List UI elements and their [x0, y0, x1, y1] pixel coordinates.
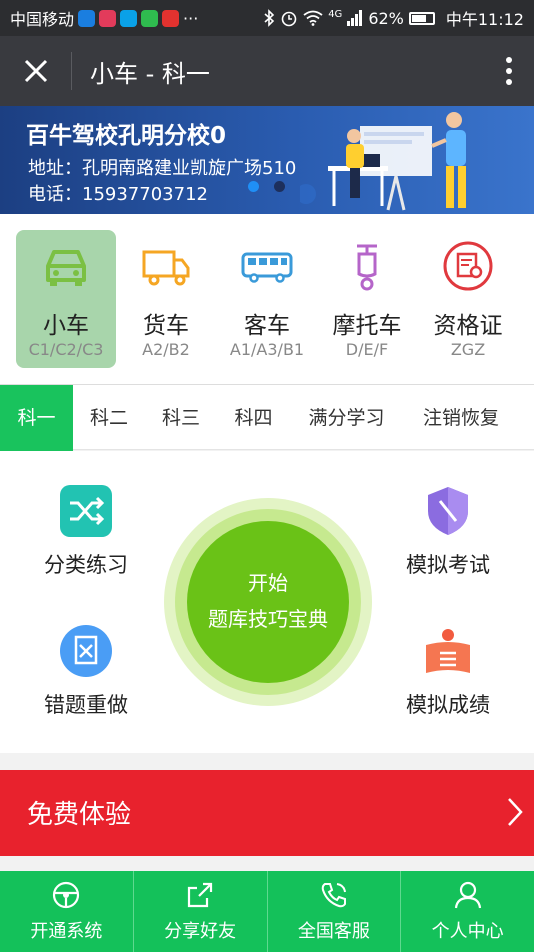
- network-type-label: 4G: [328, 8, 343, 20]
- category-name: 小车: [43, 313, 89, 339]
- close-icon: [24, 59, 47, 83]
- school-address: 地址：孔明南路建业凯旋广场510: [28, 158, 297, 179]
- close-button[interactable]: [0, 52, 72, 90]
- shield-icon: [428, 487, 468, 535]
- carousel-dot-1[interactable]: [248, 181, 259, 192]
- share-icon: [188, 882, 213, 908]
- redo-wrong-button[interactable]: 错题重做: [26, 625, 146, 719]
- free-trial-label: 免费体验: [27, 800, 132, 830]
- more-notifications: ···: [183, 8, 199, 28]
- tab-subject-4[interactable]: 科四: [217, 385, 290, 451]
- mock-exam-button[interactable]: 模拟考试: [388, 485, 508, 579]
- category-car[interactable]: 小车 C1/C2/C3: [16, 230, 116, 368]
- nav-label: 分享好友: [164, 921, 237, 942]
- scooter-icon: [357, 244, 377, 291]
- category-truck[interactable]: 货车 A2/B2: [116, 230, 216, 368]
- category-motorcycle[interactable]: 摩托车 D/E/F: [317, 230, 417, 368]
- category-code: D/E/F: [345, 340, 389, 359]
- school-name: 百牛驾校孔明分校0: [26, 123, 227, 149]
- category-code: ZGZ: [450, 340, 486, 359]
- more-menu-button[interactable]: [484, 56, 534, 86]
- title-bar: 小车 - 科一: [0, 36, 534, 106]
- category-name: 摩托车: [332, 313, 402, 339]
- category-bus[interactable]: 客车 A1/A3/B1: [217, 230, 317, 368]
- bluetooth-icon: [264, 9, 275, 27]
- category-certificate[interactable]: 资格证 ZGZ: [418, 230, 518, 368]
- start-question-bank-button[interactable]: 开始 题库技巧宝典: [164, 498, 372, 706]
- nav-label: 全国客服: [297, 921, 370, 942]
- practice-label: 模拟考试: [406, 553, 490, 577]
- battery-percent: 62%: [368, 8, 404, 28]
- start-button-core: 开始 题库技巧宝典: [187, 521, 349, 683]
- certificate-icon: [443, 241, 493, 291]
- practice-panel: 分类练习 模拟考试 错题重做 模拟成绩 开始 题库技巧宝典: [0, 451, 534, 753]
- wifi-icon: [303, 10, 323, 26]
- chevron-right-icon: [508, 798, 523, 826]
- page-title: 小车 - 科一: [90, 59, 210, 88]
- car-icon: [46, 250, 86, 286]
- tab-full-score[interactable]: 满分学习: [290, 385, 403, 451]
- free-trial-banner[interactable]: 免费体验: [0, 770, 534, 856]
- school-banner[interactable]: 百牛驾校孔明分校0 地址：孔明南路建业凯旋广场510 电话：1593770371…: [0, 106, 534, 214]
- tab-subject-3[interactable]: 科三: [145, 385, 217, 451]
- school-phone[interactable]: 电话：15937703712: [28, 180, 208, 206]
- category-code: C1/C2/C3: [28, 340, 104, 359]
- reading-icon: [426, 629, 470, 673]
- status-bar: 中国移动 ··· 4G 62% 中午11:12: [0, 0, 534, 36]
- start-button-ring: 开始 题库技巧宝典: [175, 509, 361, 695]
- subject-tabs: 科一 科二 科三 科四 满分学习 注销恢复: [0, 384, 534, 451]
- vehicle-category-selector: 小车 C1/C2/C3 货车 A2/B2 客车 A1/A3/B1 摩托车 D/E…: [0, 214, 534, 384]
- tab-subject-2[interactable]: 科二: [73, 385, 145, 451]
- category-code: A1/A3/B1: [229, 340, 305, 359]
- bottom-navigation: 开通系统 分享好友 全国客服 个人中心: [0, 871, 534, 952]
- nav-activate-system[interactable]: 开通系统: [0, 871, 134, 952]
- nav-customer-service[interactable]: 全国客服: [268, 871, 402, 952]
- nav-label: 个人中心: [431, 921, 504, 942]
- mock-score-button[interactable]: 模拟成绩: [388, 625, 508, 719]
- category-practice-button[interactable]: 分类练习: [26, 485, 146, 579]
- tab-cancel-restore[interactable]: 注销恢复: [403, 385, 519, 451]
- question-bank-label: 题库技巧宝典: [208, 607, 328, 631]
- alarm-icon: [281, 11, 297, 27]
- truck-icon: [142, 250, 190, 286]
- steering-wheel-icon: [53, 881, 80, 909]
- error-book-icon: [60, 625, 112, 677]
- nav-share-friends[interactable]: 分享好友: [134, 871, 268, 952]
- tab-subject-1[interactable]: 科一: [0, 385, 73, 451]
- user-icon: [454, 881, 481, 909]
- shuffle-icon: [60, 485, 112, 537]
- category-code: A2/B2: [142, 340, 190, 359]
- category-name: 货车: [143, 313, 189, 339]
- battery-icon: [408, 11, 435, 25]
- app-notification-icon: [78, 9, 96, 27]
- bus-icon: [241, 252, 293, 283]
- video-notification-icon: [162, 9, 180, 27]
- qq-notification-icon: [120, 9, 138, 27]
- clock: 中午11:12: [445, 10, 524, 29]
- health-notification-icon: [99, 9, 117, 27]
- nav-label: 开通系统: [30, 921, 103, 942]
- teacher-illustration: [300, 112, 466, 211]
- store-notification-icon: [141, 9, 159, 27]
- phone-icon: [321, 883, 346, 908]
- carrier-label: 中国移动: [10, 10, 75, 29]
- nav-personal-center[interactable]: 个人中心: [401, 871, 534, 952]
- practice-label: 模拟成绩: [406, 693, 490, 717]
- start-label: 开始: [248, 571, 288, 595]
- category-name: 客车: [244, 313, 290, 339]
- practice-label: 错题重做: [44, 693, 128, 717]
- carousel-dot-2[interactable]: [274, 181, 285, 192]
- category-name: 资格证: [433, 313, 503, 339]
- more-vertical-icon: [506, 57, 512, 85]
- signal-icon: [347, 10, 363, 26]
- practice-label: 分类练习: [44, 553, 128, 577]
